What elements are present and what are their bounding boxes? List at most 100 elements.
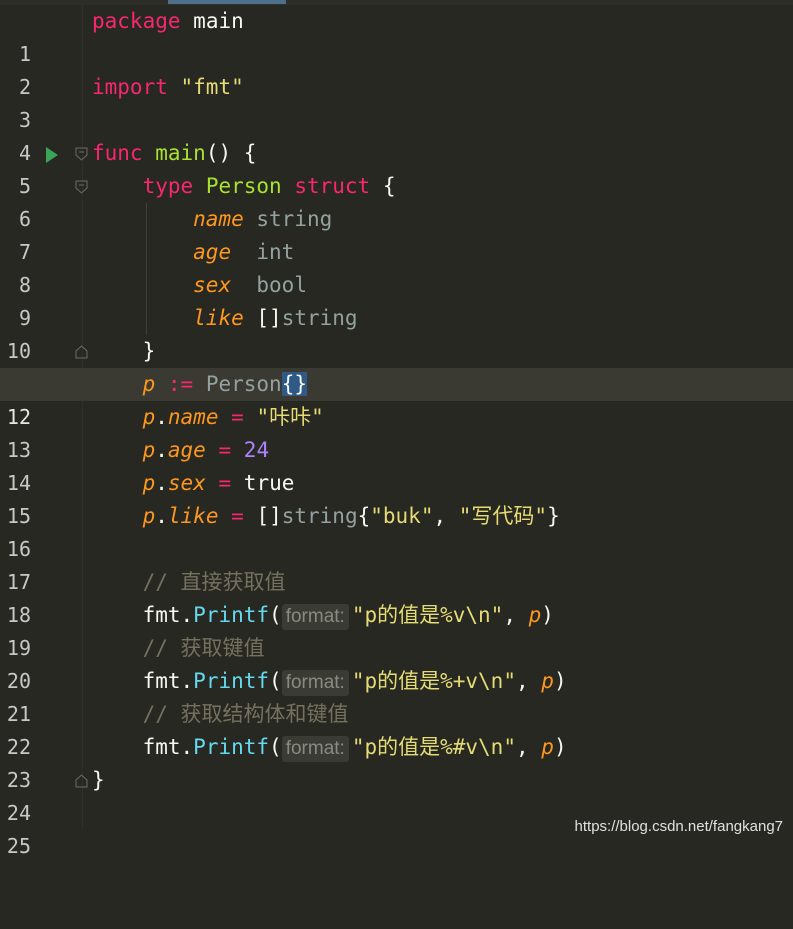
code-line-17[interactable]: 17 (0, 533, 793, 594)
variable: p (142, 504, 156, 528)
watermark: https://blog.csdn.net/fangkang7 (574, 818, 783, 835)
string-literal: "写代码" (458, 504, 548, 528)
variable: p (142, 372, 156, 396)
keyword-type: type (142, 174, 194, 198)
fold-open-icon[interactable] (75, 147, 88, 161)
code-editor[interactable]: 1 package main 2 3 import "fmt" 4 5 func… (0, 5, 793, 858)
comma: , (433, 504, 447, 528)
string-literal: "p的值是%#v\n" (351, 735, 516, 759)
keyword-import: import (92, 75, 168, 99)
line-number: 25 (6, 834, 31, 858)
parameter-hint: format: (281, 604, 349, 630)
package-ref: fmt (142, 603, 181, 627)
operator: = (231, 405, 244, 429)
code-line-6[interactable]: 6 type Person struct { (0, 170, 793, 231)
run-icon[interactable] (46, 147, 58, 163)
field-ref: name (167, 405, 219, 429)
code-line-15[interactable]: 15 p.sex = true (0, 467, 793, 528)
dot: . (180, 669, 194, 693)
open-paren: ( (269, 735, 282, 759)
close-brace: } (547, 504, 560, 528)
comment: // 获取结构体和键值 (142, 702, 349, 726)
keyword-struct: struct (294, 174, 371, 198)
code-line-5[interactable]: 5 func main() { (0, 137, 793, 198)
code-line-8[interactable]: 8 age int (0, 236, 793, 297)
comma: , (503, 603, 516, 627)
dot: . (155, 405, 168, 429)
operator: := (167, 372, 194, 396)
comment: // 获取键值 (142, 636, 265, 660)
slice-brackets: [] (256, 306, 282, 330)
function-signature: () { (205, 141, 257, 165)
package-ref: fmt (142, 669, 181, 693)
operator: = (231, 504, 244, 528)
code-line-7[interactable]: 7 name string (0, 203, 793, 264)
variable: p (541, 669, 554, 693)
open-paren: ( (269, 669, 282, 693)
code-line-18[interactable]: 18 // 直接获取值 (0, 566, 793, 627)
slice-type: string (281, 504, 358, 528)
string-literal: "p的值是%+v\n" (351, 669, 516, 693)
dot: . (180, 735, 194, 759)
string-literal: "咔咔" (256, 405, 324, 429)
parameter-hint: format: (281, 670, 349, 696)
code-line-20[interactable]: 20 // 获取键值 (0, 632, 793, 693)
code-line-11[interactable]: 11 } (0, 335, 793, 396)
code-line-24[interactable]: 24 } (0, 764, 793, 825)
code-line-2[interactable]: 2 (0, 38, 793, 99)
variable: p (541, 735, 554, 759)
code-line-3[interactable]: 3 import "fmt" (0, 71, 793, 132)
close-paren: ) (553, 735, 567, 759)
code-line-9[interactable]: 9 sex bool (0, 269, 793, 330)
struct-field: sex (193, 273, 232, 297)
code-line-19[interactable]: 19 fmt.Printf(format: "p的值是%v\n", p) (0, 599, 793, 660)
string-literal: "p的值是%v\n" (351, 603, 504, 627)
fold-end-icon[interactable] (75, 345, 88, 359)
field-ref: age (167, 438, 206, 462)
comment: // 直接获取值 (142, 570, 286, 594)
code-line-21[interactable]: 21 fmt.Printf(format: "p的值是%+v\n", p) (0, 665, 793, 726)
struct-field: name (193, 207, 244, 231)
variable: p (142, 471, 156, 495)
code-line-14[interactable]: 14 p.age = 24 (0, 434, 793, 495)
open-paren: ( (269, 603, 282, 627)
dot: . (155, 504, 168, 528)
variable: p (142, 438, 156, 462)
field-type: bool (256, 273, 307, 297)
code-line-23[interactable]: 23 fmt.Printf(format: "p的值是%#v\n", p) (0, 731, 793, 792)
package-name: main (193, 9, 244, 33)
code-line-13[interactable]: 13 p.name = "咔咔" (0, 401, 793, 462)
field-ref: sex (167, 471, 206, 495)
code-line-22[interactable]: 22 // 获取结构体和键值 (0, 698, 793, 759)
fold-end-icon[interactable] (75, 774, 88, 788)
code-line-4[interactable]: 4 (0, 104, 793, 165)
function-call: Printf (193, 669, 270, 693)
open-brace: { (382, 174, 396, 198)
slice-brackets: [] (256, 504, 282, 528)
comma: , (515, 735, 529, 759)
import-path: "fmt" (180, 75, 244, 99)
type-name: Person (205, 174, 282, 198)
code-line-1[interactable]: 1 package main (0, 5, 793, 66)
operator: = (218, 438, 232, 462)
comma: , (515, 669, 529, 693)
field-type: string (256, 207, 333, 231)
struct-field: age (193, 240, 232, 264)
active-tab-indicator[interactable] (168, 0, 286, 4)
field-ref: like (167, 504, 219, 528)
close-brace: } (142, 339, 156, 363)
code-line-10[interactable]: 10 like []string (0, 302, 793, 363)
bool-literal: true (243, 471, 295, 495)
number-literal: 24 (243, 438, 270, 462)
operator: = (218, 471, 232, 495)
close-brace: } (92, 768, 105, 792)
code-line-12[interactable]: 12 p := Person{} (0, 368, 793, 429)
field-type: string (281, 306, 358, 330)
fold-open-icon[interactable] (75, 180, 88, 194)
variable: p (528, 603, 542, 627)
keyword-func: func (92, 141, 143, 165)
code-line-16[interactable]: 16 p.like = []string{"buk", "写代码"} (0, 500, 793, 561)
function-call: Printf (193, 735, 270, 759)
keyword-package: package (92, 9, 181, 33)
close-paren: ) (541, 603, 554, 627)
